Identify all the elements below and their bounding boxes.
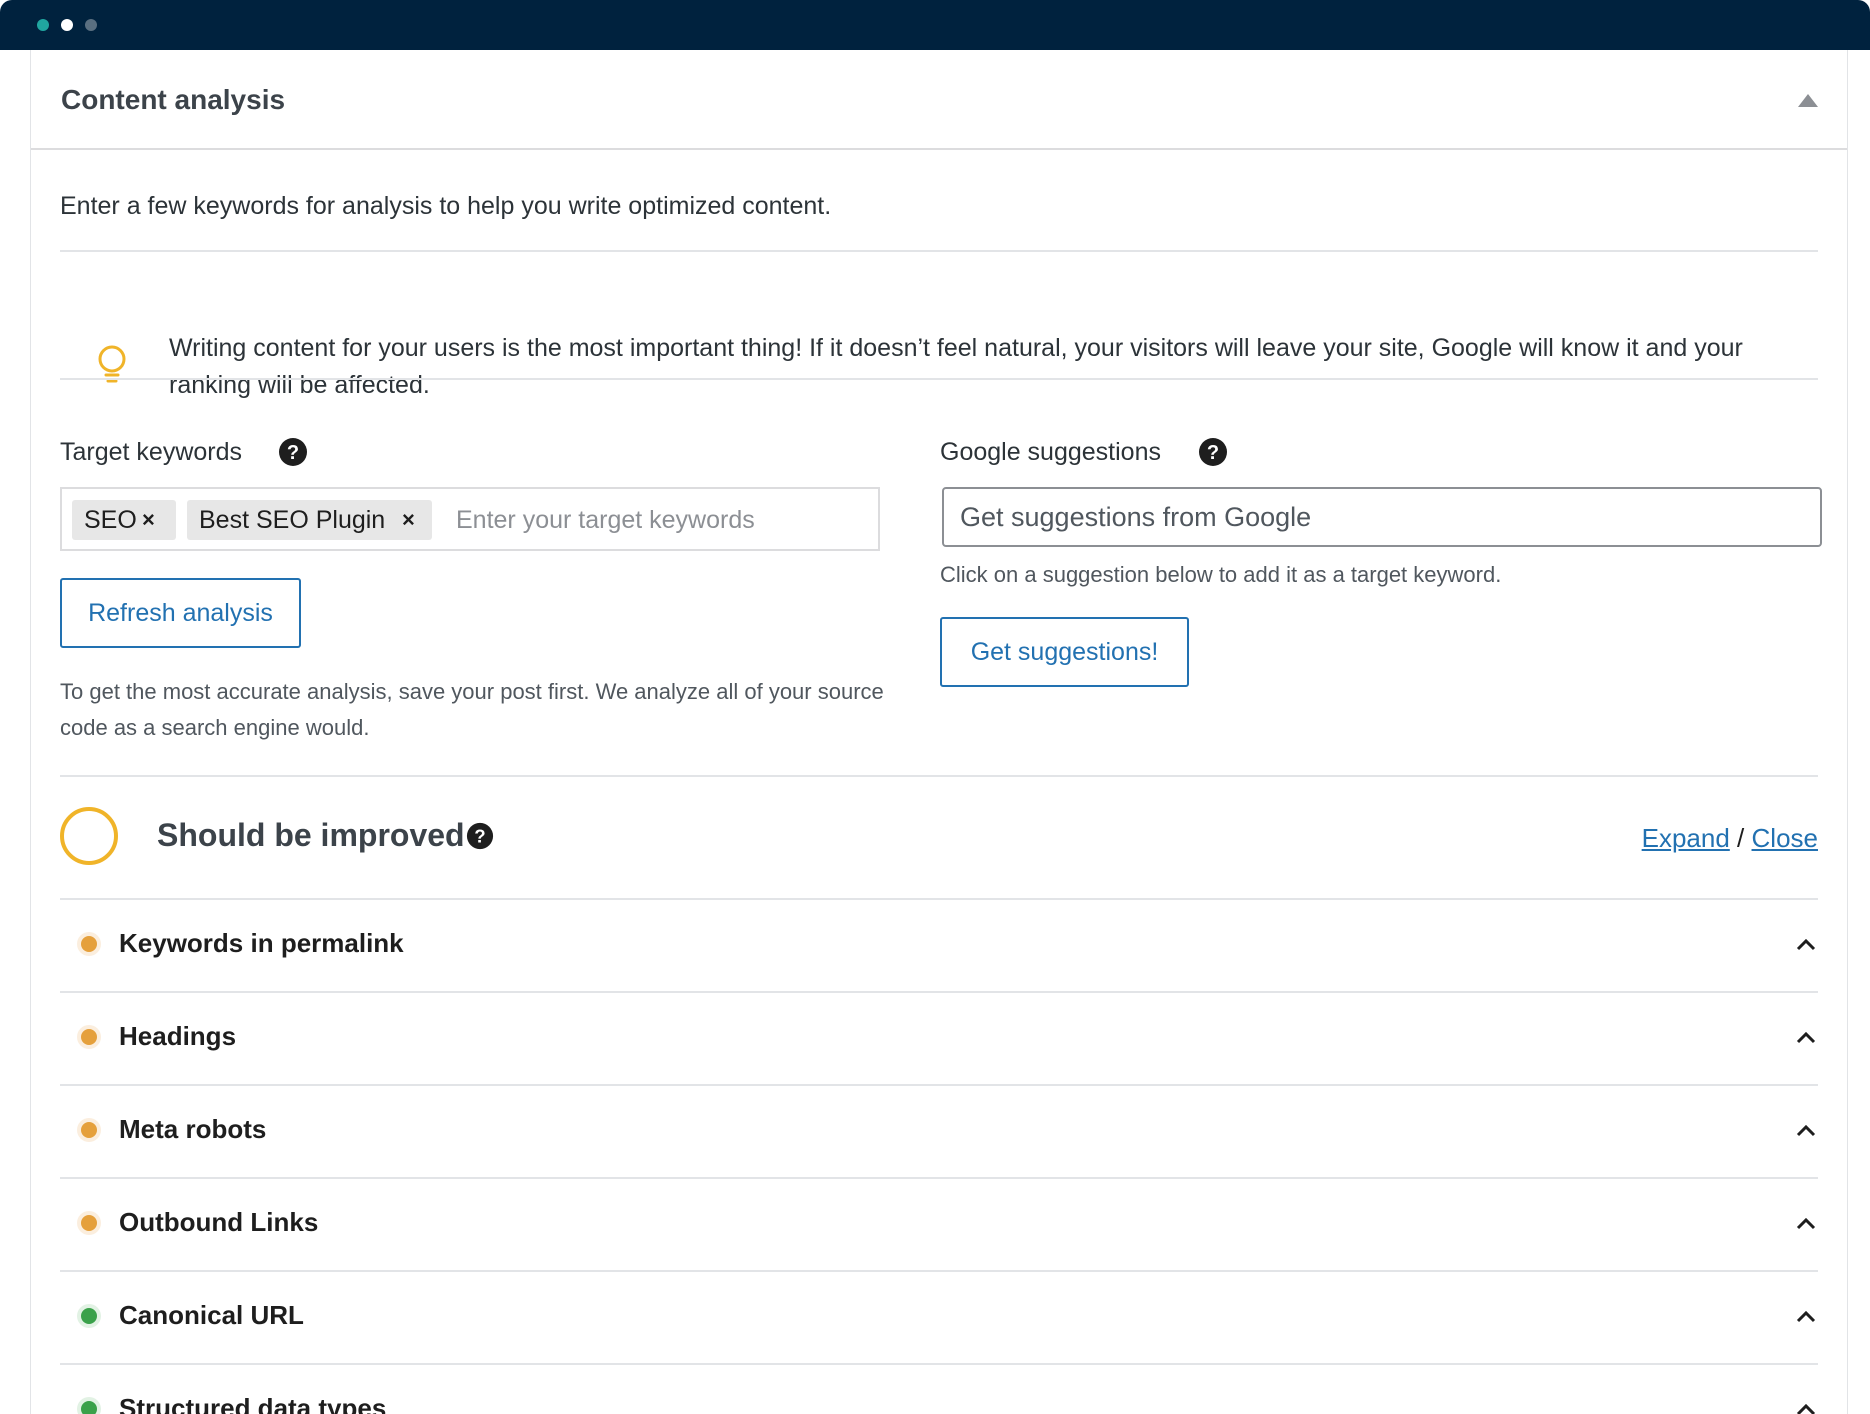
minimize-dot[interactable]: [61, 19, 73, 31]
check-label: Structured data types: [119, 1393, 387, 1414]
check-item[interactable]: Canonical URL: [60, 1270, 1818, 1362]
chevron-up-icon[interactable]: [1795, 1029, 1817, 1045]
save-post-note: To get the most accurate analysis, save …: [60, 679, 884, 740]
window-titlebar: [0, 0, 1870, 50]
keyword-tag: Best SEO Plugin ×: [187, 500, 432, 540]
target-keywords-label: Target keywords: [60, 438, 243, 466]
refresh-analysis-button[interactable]: Refresh analysis: [60, 578, 301, 648]
divider: [60, 378, 1818, 380]
check-item[interactable]: Keywords in permalink: [60, 898, 1818, 990]
svg-text:?: ?: [474, 826, 485, 847]
status-dot: [81, 1308, 97, 1324]
status-dot: [81, 1215, 97, 1231]
check-item[interactable]: Outbound Links: [60, 1177, 1818, 1269]
target-keywords-input[interactable]: [454, 499, 868, 541]
help-icon[interactable]: ?: [466, 822, 494, 850]
divider: [60, 775, 1818, 777]
link-separator: /: [1737, 823, 1745, 853]
check-item[interactable]: Meta robots: [60, 1084, 1818, 1176]
check-label: Headings: [119, 1021, 237, 1051]
expand-link[interactable]: Expand: [1642, 823, 1730, 853]
status-dot: [81, 936, 97, 952]
check-label: Meta robots: [119, 1114, 267, 1144]
score-ring: [60, 807, 118, 865]
chevron-up-icon[interactable]: [1795, 1308, 1817, 1324]
get-suggestions-button[interactable]: Get suggestions!: [940, 617, 1189, 687]
panel-header: Content analysis: [31, 50, 1847, 150]
remove-tag-icon[interactable]: ×: [142, 500, 155, 540]
intro-text: Enter a few keywords for analysis to hel…: [60, 192, 832, 220]
close-dot[interactable]: [37, 19, 49, 31]
target-keywords-field[interactable]: SEO × Best SEO Plugin ×: [60, 487, 880, 551]
keyword-tag-label: SEO: [84, 506, 137, 534]
keyword-tag-label: Best SEO Plugin: [199, 506, 386, 534]
chevron-up-icon[interactable]: [1795, 936, 1817, 952]
google-suggestions-input[interactable]: [942, 487, 1822, 547]
status-dot: [81, 1122, 97, 1138]
check-label: Outbound Links: [119, 1207, 319, 1237]
remove-tag-icon[interactable]: ×: [402, 500, 415, 540]
check-label: Canonical URL: [119, 1300, 304, 1330]
help-icon[interactable]: ?: [1198, 437, 1228, 467]
chevron-up-icon[interactable]: [1795, 1215, 1817, 1231]
chevron-up-icon[interactable]: [1795, 1122, 1817, 1138]
svg-text:?: ?: [1207, 442, 1219, 464]
help-icon[interactable]: ?: [278, 437, 308, 467]
status-dot: [81, 1029, 97, 1045]
close-link[interactable]: Close: [1752, 823, 1818, 853]
caret-up-icon[interactable]: [1795, 90, 1821, 112]
suggestions-hint: Click on a suggestion below to add it as…: [940, 562, 1502, 587]
chevron-up-icon[interactable]: [1795, 1401, 1817, 1414]
content-analysis-panel: Content analysis Enter a few keywords fo…: [30, 50, 1848, 1414]
keyword-tag: SEO ×: [72, 500, 176, 540]
lightbulb-icon: [98, 345, 126, 383]
check-label: Keywords in permalink: [119, 928, 404, 958]
tip-text: Writing content for your users is the mo…: [169, 334, 1743, 399]
google-suggestions-label: Google suggestions: [940, 438, 1161, 466]
expand-close-controls: Expand / Close: [1641, 823, 1818, 854]
zoom-dot[interactable]: [85, 19, 97, 31]
svg-text:?: ?: [287, 442, 299, 464]
check-item[interactable]: Headings: [60, 991, 1818, 1083]
divider: [60, 250, 1818, 252]
panel-title: Content analysis: [61, 84, 286, 115]
check-item[interactable]: Structured data types: [60, 1363, 1818, 1414]
status-title: Should be improved: [157, 817, 465, 853]
status-dot: [81, 1401, 97, 1414]
